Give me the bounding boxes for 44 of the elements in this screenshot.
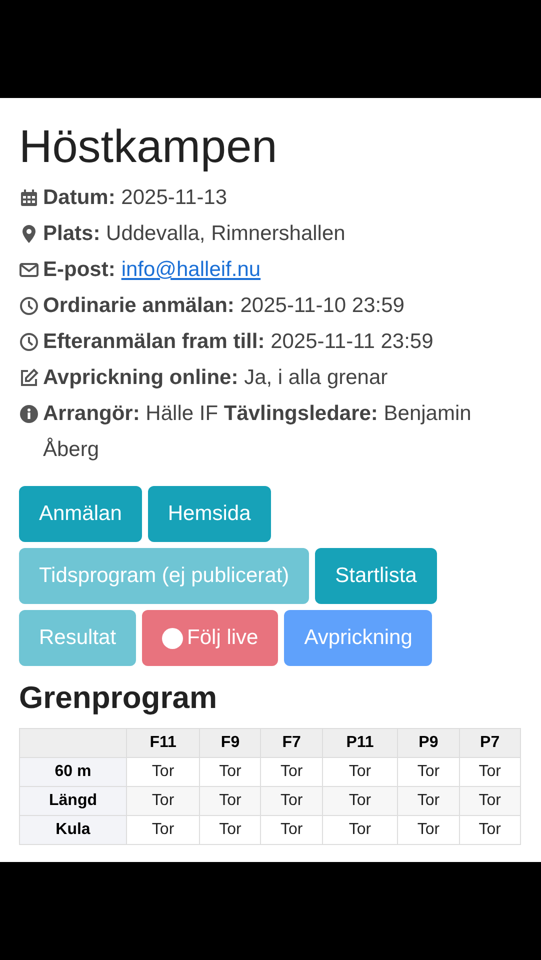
info-text: Datum: 2025-11-13 — [43, 185, 228, 211]
envelope-icon — [19, 260, 39, 280]
action-button[interactable]: Anmälan — [19, 486, 142, 542]
column-header: P9 — [398, 728, 460, 758]
table-cell: Tor — [459, 816, 520, 844]
info-text: Arrangör: Hälle IF Tävlingsledare: Benjamin Åberg — [43, 401, 472, 463]
row-header: Längd — [20, 786, 126, 816]
table-cell: Tor — [200, 816, 261, 844]
table-cell: Tor — [260, 816, 322, 844]
table-cell: Tor — [200, 786, 261, 816]
section-heading: Grenprogram — [19, 680, 218, 716]
row-header: 60 m — [20, 758, 126, 786]
table-cell: Tor — [322, 786, 398, 816]
table-cell: Tor — [126, 786, 200, 816]
column-header: P11 — [322, 728, 398, 758]
table-cell: Tor — [459, 786, 520, 816]
action-button[interactable]: Startlista — [315, 548, 437, 604]
info-text: Avprickning online: Ja, i alla grenar — [43, 365, 388, 391]
clock-icon — [19, 332, 39, 352]
info-text: Efteranmälan fram till: 2025-11-11 23:59 — [43, 329, 434, 355]
table-cell: Tor — [398, 816, 460, 844]
action-button[interactable]: Resultat — [19, 610, 136, 666]
row-header: Kula — [20, 816, 126, 844]
email-link[interactable]: info@halleif.nu — [121, 252, 261, 288]
info-icon — [19, 404, 39, 424]
column-header: F11 — [126, 728, 200, 758]
info-text: Plats: Uddevalla, Rimnershallen — [43, 221, 346, 247]
table-cell: Tor — [398, 786, 460, 816]
column-header: F7 — [260, 728, 322, 758]
action-button[interactable]: Avprickning — [284, 610, 432, 666]
action-button[interactable]: Följ live — [142, 610, 278, 666]
info-text: Ordinarie anmälan: 2025-11-10 23:59 — [43, 293, 404, 319]
edit-icon — [19, 368, 39, 388]
table-cell: Tor — [260, 786, 322, 816]
table-cell: Tor — [322, 816, 398, 844]
action-button[interactable]: Tidsprogram (ej publicerat) — [19, 548, 310, 604]
table-cell: Tor — [126, 816, 200, 844]
clock-icon — [19, 296, 39, 316]
column-header: F9 — [200, 728, 261, 758]
column-header: P7 — [459, 728, 520, 758]
calendar-icon — [19, 188, 39, 208]
info-text: E-post: — [43, 257, 116, 283]
action-button[interactable]: Hemsida — [148, 486, 271, 542]
page-title: Höstkampen — [19, 119, 278, 174]
